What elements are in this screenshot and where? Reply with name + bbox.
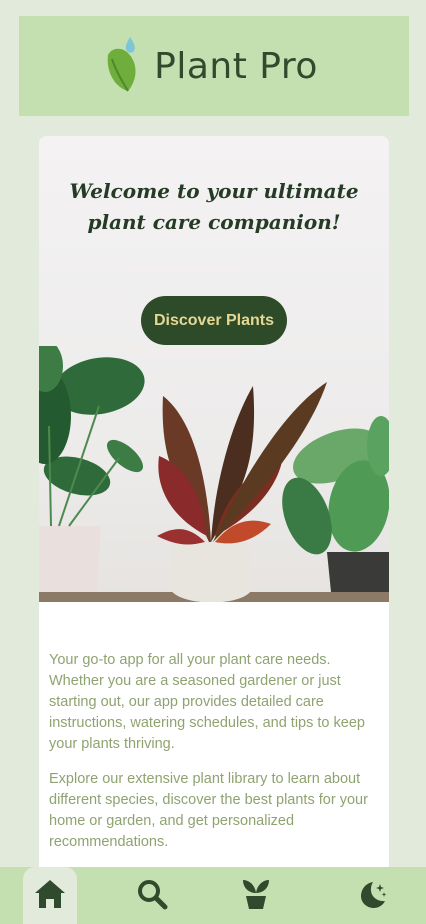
nav-theme[interactable] <box>346 867 400 924</box>
hero-headline: Welcome to your ultimate plant care comp… <box>69 179 359 234</box>
moon-stars-icon <box>357 878 389 914</box>
app-title: Plant Pro <box>154 45 318 87</box>
nav-home[interactable] <box>23 867 77 924</box>
nav-plants[interactable] <box>229 867 283 924</box>
nav-search[interactable] <box>125 867 179 924</box>
bottom-nav <box>0 867 426 924</box>
discover-plants-button[interactable]: Discover Plants <box>141 296 287 345</box>
main-card: Welcome to your ultimate plant care comp… <box>39 136 389 876</box>
hero-section: Welcome to your ultimate plant care comp… <box>39 136 389 602</box>
app-header: Plant Pro <box>19 16 409 116</box>
potted-plant-icon <box>241 877 271 915</box>
intro-text: Your go-to app for all your plant care n… <box>39 602 389 853</box>
leaf-icon <box>104 35 144 97</box>
search-icon <box>136 878 168 914</box>
brand[interactable]: Plant Pro <box>104 35 318 97</box>
intro-paragraph: Your go-to app for all your plant care n… <box>49 652 365 752</box>
intro-paragraph: Explore our extensive plant library to l… <box>49 771 368 850</box>
home-icon <box>33 878 67 914</box>
potted-houseplants-photo <box>39 346 389 602</box>
